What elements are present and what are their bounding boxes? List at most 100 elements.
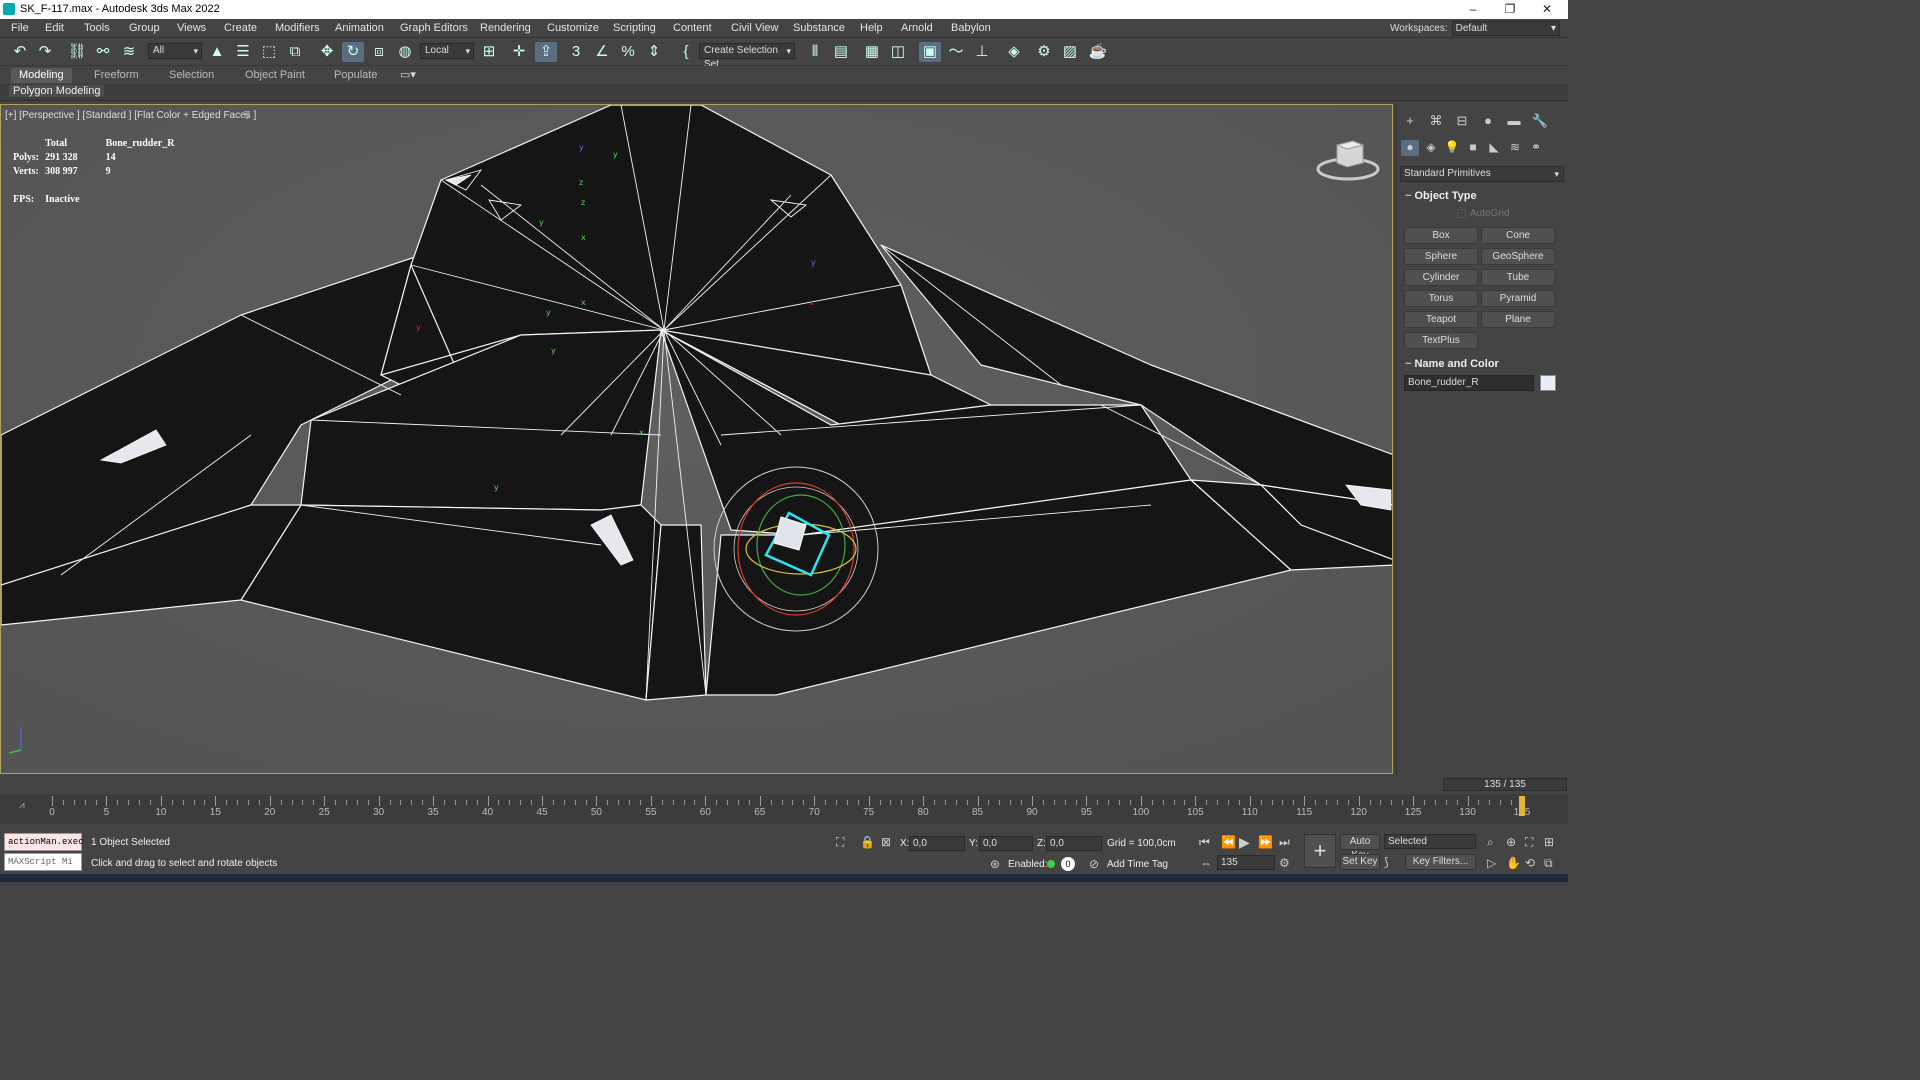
set-key-button[interactable]: Set Key [1340, 854, 1380, 870]
percent-snap-icon[interactable]: % [617, 42, 639, 62]
plane-button[interactable]: Plane [1481, 311, 1555, 328]
minimize-button[interactable]: – [1458, 1, 1488, 17]
viewport-label-menu[interactable]: [+] [Perspective ] [Standard ] [Flat Col… [5, 110, 256, 121]
perspective-viewport[interactable]: y y z z y x x y y y y x x y [+] [Perspective ] … [0, 104, 1393, 774]
select-rotate-icon[interactable]: ↻ [342, 42, 364, 62]
menu-graph-editors[interactable]: Graph Editors [400, 22, 468, 34]
close-button[interactable]: ✕ [1532, 1, 1562, 17]
named-selection-dropdown[interactable]: Create Selection Set [699, 43, 795, 70]
menu-content[interactable]: Content [673, 22, 712, 34]
link-icon[interactable]: ⛓ [66, 42, 88, 62]
primitives-dropdown[interactable]: Standard Primitives [1400, 166, 1564, 182]
helpers-icon[interactable]: ◣ [1485, 140, 1503, 156]
pivot-center-icon[interactable]: ⊞ [478, 42, 500, 62]
menu-civil-view[interactable]: Civil View [731, 22, 778, 34]
adaptive-degradation-icon[interactable]: ⊛ [990, 857, 1000, 871]
time-tag-icon[interactable]: ⊘ [1089, 857, 1099, 871]
curve-editor-mini-icon[interactable]: ⩘ [19, 800, 25, 811]
field-of-view-icon[interactable]: ▷ [1487, 856, 1496, 870]
ribbon-toggle-icon[interactable]: ▣ [919, 42, 941, 62]
select-manipulate-icon[interactable]: ✛ [508, 42, 530, 62]
lights-icon[interactable]: 💡 [1443, 140, 1461, 156]
menu-tools[interactable]: Tools [84, 22, 110, 34]
menu-file[interactable]: File [11, 22, 29, 34]
tube-button[interactable]: Tube [1481, 269, 1555, 286]
zoom-extents-all-icon[interactable]: ⊞ [1544, 835, 1554, 849]
filter-icon[interactable]: ⊽ [243, 109, 251, 122]
hierarchy-tab-icon[interactable]: ⊟ [1453, 112, 1471, 130]
maxscript-mini-input[interactable]: MAXScript Mi [4, 853, 82, 871]
sphere-button[interactable]: Sphere [1404, 248, 1478, 265]
select-scale-icon[interactable]: ⧈ [368, 42, 390, 62]
object-color-swatch[interactable] [1540, 375, 1556, 391]
workspace-dropdown[interactable]: Default ▾ [1451, 21, 1560, 36]
tab-populate[interactable]: Populate [326, 68, 385, 83]
display-tab-icon[interactable]: ▬ [1505, 112, 1523, 130]
pan-icon[interactable]: ✋ [1506, 856, 1521, 870]
rect-selection-icon[interactable]: ⬚ [258, 42, 280, 62]
default-in-out-tangent-icon[interactable]: ⟆ [1384, 855, 1389, 869]
scene-explorer-icon[interactable]: ▦ [861, 42, 883, 62]
selection-filter-dropdown[interactable]: All [148, 43, 202, 59]
viewcube-icon[interactable] [1315, 135, 1381, 183]
utilities-tab-icon[interactable]: 🔧 [1531, 112, 1549, 130]
goto-start-icon[interactable]: ⏮ [1199, 835, 1210, 850]
undo-icon[interactable]: ↶ [9, 42, 31, 62]
keyboard-shortcut-override-icon[interactable]: ⇪ [535, 42, 557, 62]
material-editor-icon[interactable]: ◈ [1003, 42, 1025, 62]
isolate-selection-icon[interactable]: ⛶ [836, 835, 844, 850]
menu-views[interactable]: Views [177, 22, 206, 34]
add-time-tag[interactable]: Add Time Tag [1107, 859, 1168, 870]
teapot-button[interactable]: Teapot [1404, 311, 1478, 328]
select-object-icon[interactable]: ▲ [206, 42, 228, 62]
x-coordinate-field[interactable]: 0,0 [909, 836, 965, 851]
restore-button[interactable]: ❐ [1495, 1, 1525, 17]
menu-modifiers[interactable]: Modifiers [275, 22, 320, 34]
menu-create[interactable]: Create [224, 22, 257, 34]
curve-editor-icon[interactable]: 〜 [945, 42, 967, 62]
torus-button[interactable]: Torus [1404, 290, 1478, 307]
motion-tab-icon[interactable]: ● [1479, 112, 1497, 130]
textplus-button[interactable]: TextPlus [1404, 332, 1478, 349]
window-crossing-icon[interactable]: ⧉ [284, 42, 306, 62]
systems-icon[interactable]: ⚭ [1527, 140, 1545, 156]
key-filters-button[interactable]: Key Filters... [1405, 854, 1476, 870]
object-type-rollout[interactable]: Object Type [1400, 188, 1564, 204]
menu-animation[interactable]: Animation [335, 22, 384, 34]
menu-rendering[interactable]: Rendering [480, 22, 531, 34]
tab-freeform[interactable]: Freeform [86, 68, 147, 83]
prev-key-icon[interactable]: ⏪ [1221, 835, 1236, 849]
menu-arnold[interactable]: Arnold [901, 22, 933, 34]
tab-modeling[interactable]: Modeling [11, 68, 72, 83]
lock-icon[interactable]: 🔒 [860, 835, 875, 849]
render-setup-icon[interactable]: ⚙ [1033, 42, 1055, 62]
play-icon[interactable]: ▶ [1239, 834, 1250, 851]
menu-customize[interactable]: Customize [547, 22, 599, 34]
tab-object-paint[interactable]: Object Paint [237, 68, 313, 83]
track-bar[interactable]: ⩘ 0 5 10 15 20 25 30 35 40 45 50 55 60 65 70 75 80 85 90 95… [0, 794, 1568, 824]
spacewarps-icon[interactable]: ≋ [1506, 140, 1524, 156]
render-production-icon[interactable]: ☕ [1087, 42, 1109, 62]
goto-end-icon[interactable]: ⏭ [1279, 835, 1290, 850]
time-config-icon[interactable]: ⚙ [1279, 856, 1290, 870]
zoom-extents-icon[interactable]: ⛶ [1525, 835, 1533, 850]
redo-icon[interactable]: ↷ [34, 42, 56, 62]
schematic-view-icon[interactable]: ⊥ [971, 42, 993, 62]
autogrid-checkbox[interactable]: AutoGrid [1457, 208, 1509, 219]
absolute-mode-icon[interactable]: ⊠ [881, 835, 891, 849]
name-color-rollout[interactable]: Name and Color [1400, 356, 1564, 372]
mirror-icon[interactable]: ⫴ [804, 42, 826, 62]
snaps-toggle-icon[interactable]: 3 [565, 42, 587, 62]
menu-scripting[interactable]: Scripting [613, 22, 656, 34]
modify-tab-icon[interactable]: ⌘ [1427, 112, 1445, 130]
angle-snap-icon[interactable]: ∠ [591, 42, 613, 62]
zoom-all-icon[interactable]: ⊕ [1506, 835, 1516, 849]
menu-group[interactable]: Group [129, 22, 160, 34]
key-mode-icon[interactable]: ⇔ [1200, 856, 1212, 870]
menu-babylon[interactable]: Babylon [951, 22, 991, 34]
cone-button[interactable]: Cone [1481, 227, 1555, 244]
create-tab-icon[interactable]: + [1401, 112, 1419, 130]
z-coordinate-field[interactable]: 0,0 [1046, 836, 1102, 851]
cylinder-button[interactable]: Cylinder [1404, 269, 1478, 286]
rendered-frame-window-icon[interactable]: ▨ [1059, 42, 1081, 62]
